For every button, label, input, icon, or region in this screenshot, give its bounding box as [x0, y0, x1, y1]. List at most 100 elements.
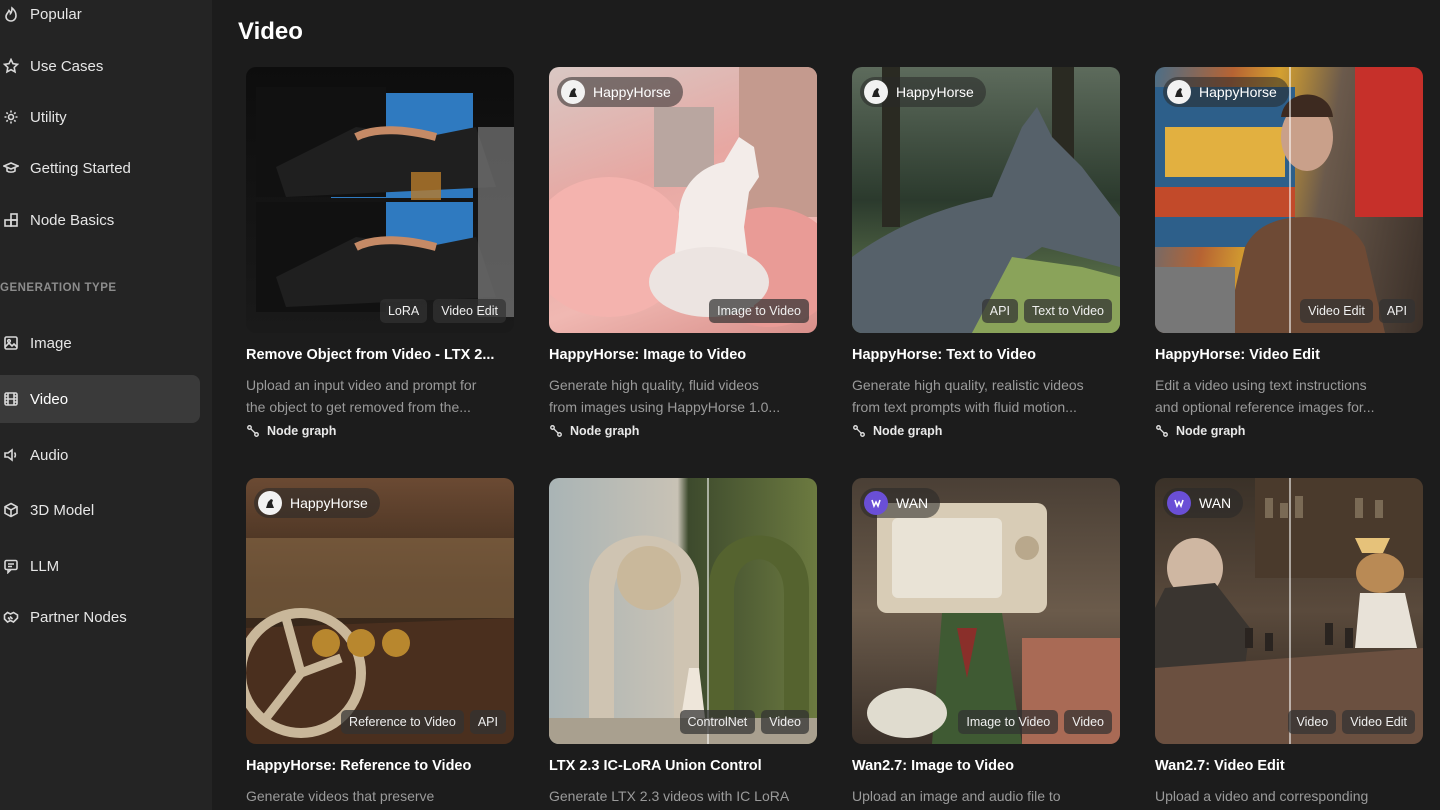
sidebar-item-label: 3D Model — [30, 501, 95, 519]
node-graph-icon — [247, 425, 259, 437]
thumbnail-art — [256, 87, 514, 317]
card-description: Generate videos that preserve — [246, 788, 435, 804]
image-icon — [2, 334, 20, 352]
sidebar-item-label: Getting Started — [30, 159, 131, 177]
card-thumbnail[interactable]: HappyHorse Reference to Video API — [246, 478, 514, 744]
tag: ControlNet — [679, 710, 756, 734]
card-title: Wan2.7: Image to Video — [852, 758, 1014, 774]
sidebar-item-image[interactable]: Image — [0, 319, 200, 367]
happyhorse-logo-icon — [1167, 80, 1191, 104]
sidebar-item-label: Image — [30, 334, 72, 352]
sidebar-item-use-cases[interactable]: Use Cases — [0, 42, 200, 90]
card-thumbnail[interactable]: ControlNet Video — [549, 478, 817, 744]
card-tags: Image to Video — [709, 299, 809, 323]
node-graph-icon — [1156, 425, 1168, 437]
card-tags: Reference to Video API — [341, 710, 506, 734]
sidebar-item-video[interactable]: Video — [0, 375, 200, 423]
sidebar: Popular Use Cases Utility Getting Starte… — [0, 0, 212, 810]
tag: Video — [761, 710, 809, 734]
card-thumbnail[interactable]: HappyHorse Image to Video — [549, 67, 817, 333]
template-card[interactable]: HappyHorse API Text to Video HappyHorse:… — [852, 67, 1120, 438]
provider-badge: HappyHorse — [557, 77, 683, 107]
tag: Video Edit — [433, 299, 506, 323]
card-description: Upload a video and corresponding — [1155, 788, 1369, 804]
provider-badge: HappyHorse — [860, 77, 986, 107]
tag: Video Edit — [1342, 710, 1415, 734]
wan-logo-icon — [864, 491, 888, 515]
main-content: Video LoRA Video Edit Remove Object from… — [212, 0, 1440, 810]
handshake-icon — [2, 608, 20, 626]
provider-badge: HappyHorse — [254, 488, 380, 518]
card-thumbnail[interactable]: LoRA Video Edit — [246, 67, 514, 333]
sidebar-item-getting-started[interactable]: Getting Started — [0, 144, 200, 192]
card-thumbnail[interactable]: WAN Image to Video Video — [852, 478, 1120, 744]
split-divider — [1289, 478, 1291, 744]
sidebar-item-partner-nodes[interactable]: Partner Nodes — [0, 593, 200, 641]
sidebar-item-node-basics[interactable]: Node Basics — [0, 196, 200, 244]
card-tags: Video Video Edit — [1288, 710, 1415, 734]
tag: API — [981, 299, 1018, 323]
sidebar-item-llm[interactable]: LLM — [0, 542, 200, 590]
node-graph-label: Node graph — [1155, 424, 1423, 438]
template-card[interactable]: WAN Video Video Edit Wan2.7: Video Edit … — [1155, 478, 1423, 810]
card-thumbnail[interactable]: HappyHorse Video Edit API — [1155, 67, 1423, 333]
happyhorse-logo-icon — [258, 491, 282, 515]
sidebar-item-3d-model[interactable]: 3D Model — [0, 486, 200, 534]
sidebar-item-label: LLM — [30, 557, 60, 575]
sidebar-item-label: Use Cases — [30, 57, 104, 75]
gear-icon — [2, 108, 20, 126]
card-description: Edit a video using text instructions and… — [1155, 377, 1375, 415]
tag: Text to Video — [1023, 299, 1112, 323]
tag: Image to Video — [958, 710, 1059, 734]
card-tags: Video Edit API — [1300, 299, 1415, 323]
card-thumbnail[interactable]: WAN Video Video Edit — [1155, 478, 1423, 744]
card-description: Generate high quality, realistic videos … — [852, 377, 1084, 415]
sidebar-item-popular[interactable]: Popular — [0, 0, 200, 38]
sidebar-item-label: Video — [30, 390, 69, 408]
card-thumbnail[interactable]: HappyHorse API Text to Video — [852, 67, 1120, 333]
tag: Image to Video — [709, 299, 809, 323]
sidebar-item-label: Audio — [30, 446, 69, 464]
blocks-icon — [2, 211, 20, 229]
template-card[interactable]: LoRA Video Edit Remove Object from Video… — [246, 67, 514, 438]
template-card[interactable]: HappyHorse Reference to Video API HappyH… — [246, 478, 514, 810]
sidebar-item-label: Partner Nodes — [30, 608, 127, 626]
tag: API — [1378, 299, 1415, 323]
card-tags: API Text to Video — [981, 299, 1112, 323]
star-icon — [2, 57, 20, 75]
tag: API — [469, 710, 506, 734]
card-tags: Image to Video Video — [958, 710, 1112, 734]
tag: Video — [1064, 710, 1112, 734]
node-graph-label: Node graph — [852, 424, 1120, 438]
sidebar-item-audio[interactable]: Audio — [0, 431, 200, 479]
card-tags: ControlNet Video — [679, 710, 809, 734]
node-graph-label: Node graph — [246, 424, 514, 438]
provider-badge: WAN — [860, 488, 941, 518]
template-card[interactable]: HappyHorse Image to Video HappyHorse: Im… — [549, 67, 817, 438]
sidebar-item-utility[interactable]: Utility — [0, 93, 200, 141]
card-description: Upload an input video and prompt for the… — [246, 377, 477, 415]
chat-icon — [2, 557, 20, 575]
node-graph-icon — [550, 425, 562, 437]
card-title: HappyHorse: Video Edit — [1155, 347, 1320, 363]
template-card[interactable]: HappyHorse Video Edit API HappyHorse: Vi… — [1155, 67, 1423, 438]
template-card[interactable]: WAN Image to Video Video Wan2.7: Image t… — [852, 478, 1120, 810]
thumbnail-art — [549, 535, 817, 744]
node-graph-label: Node graph — [549, 424, 817, 438]
provider-badge: HappyHorse — [1163, 77, 1289, 107]
section-label-generation-type: GENERATION TYPE — [0, 282, 117, 294]
wan-logo-icon — [1167, 491, 1191, 515]
template-card[interactable]: ControlNet Video LTX 2.3 IC-LoRA Union C… — [549, 478, 817, 810]
tag: Video — [1288, 710, 1337, 734]
card-description: Generate high quality, fluid videos from… — [549, 377, 781, 415]
page-title: Video — [238, 18, 303, 45]
graduation-cap-icon — [2, 159, 20, 177]
happyhorse-logo-icon — [864, 80, 888, 104]
sidebar-item-label: Popular — [30, 5, 82, 23]
card-description: Upload an image and audio file to — [852, 788, 1061, 804]
split-divider — [707, 478, 709, 744]
film-icon — [2, 390, 20, 408]
sidebar-item-label: Node Basics — [30, 211, 115, 229]
tag: Video Edit — [1300, 299, 1373, 323]
card-description: Generate LTX 2.3 videos with IC LoRA — [549, 788, 790, 804]
